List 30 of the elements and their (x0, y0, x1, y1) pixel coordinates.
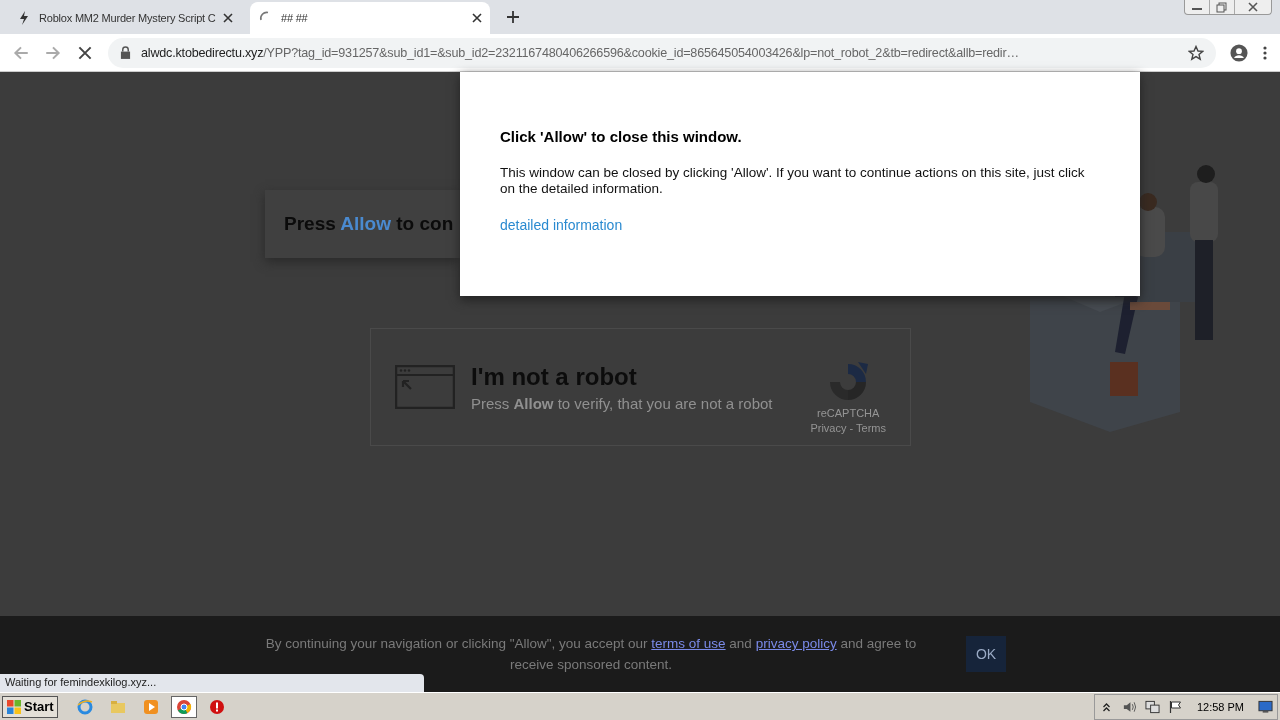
lock-icon (120, 46, 131, 59)
profile-icon[interactable] (1230, 43, 1248, 62)
browser-window-icon (395, 365, 455, 409)
star-icon[interactable] (1188, 44, 1204, 61)
dialog-text: This window can be closed by clicking 'Allow'. If you want to continue actions on this site, just click on the detailed information. (500, 165, 1086, 197)
close-icon[interactable] (222, 13, 233, 23)
privacy-link[interactable]: privacy policy (755, 636, 837, 651)
details-link[interactable]: detailed information (500, 217, 623, 233)
url-text: alwdc.ktobedirectu.xyz/YPP?tag_id=931257&sub_id1=&sub_id2=2321167480406266596&cookie_id=865645054003426&lp=not_robot_2&tb=redirect&allb=redir… (141, 45, 1020, 60)
terms-link[interactable]: terms of use (651, 636, 726, 651)
chrome-icon[interactable] (170, 695, 197, 718)
address-bar[interactable]: alwdc.ktobedirectu.xyz/YPP?tag_id=931257&sub_id1=&sub_id2=2321167480406266596&cookie_id=865645054003426&lp=not_robot_2&tb=redirect&allb=redir… (108, 37, 1216, 68)
monitor-icon[interactable] (1258, 699, 1273, 714)
browser-tab[interactable]: ## ## (250, 2, 490, 34)
consent-text: By continuing your navigation or clicking "Allow", you accept our terms of use and privacy policy and agree to receive sponsored content. (264, 635, 918, 674)
ok-button[interactable]: OK (966, 636, 1006, 672)
privacy-terms-text: Privacy - Terms (810, 422, 886, 434)
clock-text: 12:58 PM (1196, 700, 1244, 713)
browser-tab[interactable]: Roblox MM2 Murder Mystery Script C (8, 2, 240, 34)
dialog-title: Click 'Allow' to close this window. (500, 128, 742, 145)
close-icon[interactable] (472, 13, 482, 23)
network-icon[interactable] (1144, 699, 1160, 714)
recaptcha-label: reCAPTCHA (817, 407, 880, 419)
status-bubble: Waiting for femindexkilog.xyz... (0, 674, 424, 692)
speaker-icon[interactable] (1121, 699, 1137, 714)
start-button[interactable]: Start (2, 695, 58, 718)
captcha-subtitle: Press Allow to verify, that you are not a robot (471, 394, 774, 412)
new-tab-icon[interactable] (506, 10, 520, 24)
flag-icon[interactable] (1167, 699, 1183, 714)
windows-logo-icon (6, 698, 22, 715)
